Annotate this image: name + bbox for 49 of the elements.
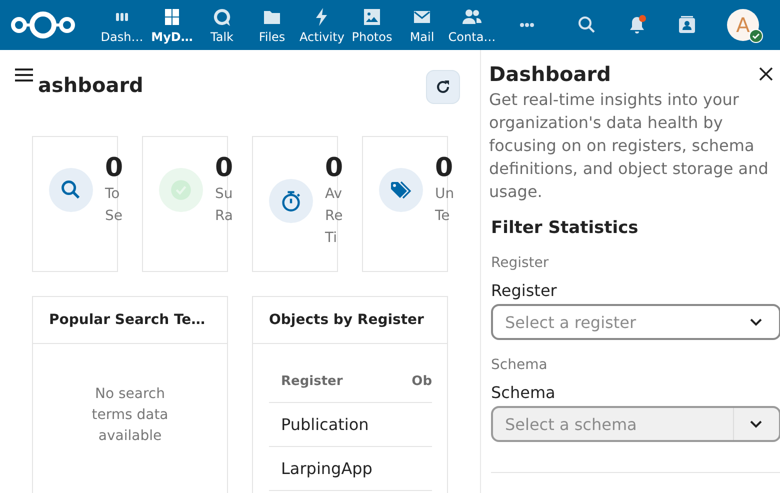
image-icon xyxy=(362,6,382,26)
stopwatch-icon xyxy=(280,190,302,212)
filter-section-label: Register xyxy=(491,255,550,271)
field-label: Schema xyxy=(491,383,556,402)
stat-label: Su Ra xyxy=(215,185,233,226)
grid-icon xyxy=(162,6,182,26)
search-icon xyxy=(60,179,82,201)
tags-icon xyxy=(390,179,412,201)
chat-bubble-icon xyxy=(212,6,232,26)
app-tab[interactable]: Dash… xyxy=(97,0,147,50)
app-tab[interactable]: Files xyxy=(247,0,297,50)
table-cell: Publication xyxy=(269,402,412,446)
table-cell: LarpingApp xyxy=(269,446,412,490)
sidebar-title: Dashboard xyxy=(489,62,611,86)
page-title: ashboard xyxy=(38,73,144,97)
app-tab[interactable]: Talk xyxy=(197,0,247,50)
bell-icon[interactable] xyxy=(627,15,647,35)
stat-value: 0 xyxy=(325,153,344,183)
stat-value: 0 xyxy=(105,153,124,183)
check-circle-icon xyxy=(170,179,192,201)
refresh-button[interactable] xyxy=(426,70,460,104)
stat-value: 0 xyxy=(215,153,234,183)
search-icon[interactable] xyxy=(577,15,597,35)
stat-label: Av Re Ti xyxy=(325,185,343,248)
section-title: Filter Statistics xyxy=(491,218,640,238)
close-icon[interactable] xyxy=(759,67,773,81)
stat-value: 0 xyxy=(435,153,454,183)
field-label: Register xyxy=(491,281,558,300)
column-header: Register xyxy=(269,360,412,402)
filter-section-label: Schema xyxy=(491,357,548,373)
app-tab[interactable]: Photos xyxy=(347,0,397,50)
panel-title: Objects by Register xyxy=(269,312,424,328)
stat-label: Un Te xyxy=(435,185,454,226)
empty-message: No search terms data available xyxy=(90,385,170,446)
people-icon xyxy=(462,6,482,26)
panel-title: Popular Search Te… xyxy=(49,312,206,328)
refresh-icon xyxy=(435,79,451,95)
select-field[interactable]: Select a register xyxy=(491,304,780,340)
more-icon[interactable] xyxy=(519,22,535,28)
contacts-icon[interactable] xyxy=(677,15,697,35)
app-tab[interactable]: MyD… xyxy=(147,0,197,50)
app-tab[interactable]: Conta… xyxy=(447,0,497,50)
sidebar-description: Get real-time insights into your organization's data health by focusing on on registers, schema definitions, and object storage and usage. xyxy=(489,89,770,203)
app-tab[interactable]: Activity xyxy=(297,0,347,50)
app-tab[interactable]: Mail xyxy=(397,0,447,50)
menu-icon[interactable] xyxy=(15,68,33,82)
logo-icon[interactable] xyxy=(10,10,76,40)
stat-label: To Se xyxy=(105,185,122,226)
column-header: Ob xyxy=(412,360,432,402)
